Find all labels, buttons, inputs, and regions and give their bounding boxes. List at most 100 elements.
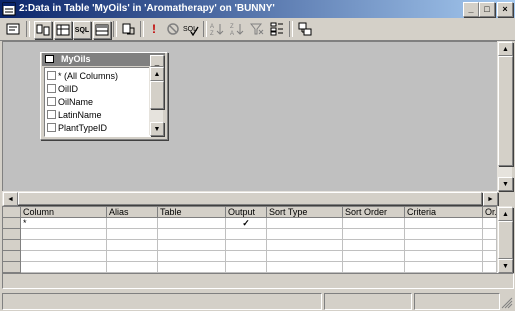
grid-cell-sort-type[interactable] [267, 218, 343, 229]
sort-ascending-button[interactable]: AZ [209, 21, 225, 37]
results-pane-button[interactable] [93, 21, 111, 39]
minimize-button[interactable]: _ [463, 2, 479, 17]
maximize-button[interactable]: □ [479, 2, 495, 17]
grid-pane-button[interactable] [54, 21, 72, 39]
row-selector[interactable] [3, 218, 21, 229]
add-table-button[interactable] [297, 21, 313, 37]
diagram-pane-button[interactable] [34, 21, 52, 39]
sort-descending-button[interactable]: ZA [229, 21, 245, 37]
grid-cell[interactable] [405, 251, 483, 262]
grid-cell[interactable] [483, 262, 497, 273]
grid-cell[interactable] [158, 229, 226, 240]
change-query-type-button[interactable] [120, 21, 136, 37]
scroll-thumb[interactable] [498, 221, 513, 259]
toolbar-separator [140, 21, 144, 37]
grid-cell[interactable] [21, 262, 107, 273]
column-name: LatinName [58, 109, 102, 120]
column-checkbox[interactable] [47, 110, 56, 119]
scroll-down-button[interactable]: ▼ [150, 122, 164, 136]
grid-cell[interactable] [267, 262, 343, 273]
scroll-thumb[interactable] [498, 56, 513, 166]
grid-cell[interactable] [107, 240, 158, 251]
grid-cell[interactable] [483, 240, 497, 251]
grid-cell[interactable] [483, 229, 497, 240]
column-checkbox[interactable] [47, 97, 56, 106]
output-checkbox[interactable]: ✓ [226, 218, 267, 229]
remove-filter-button[interactable] [249, 21, 265, 37]
scroll-left-button[interactable]: ◄ [3, 192, 18, 206]
grid-cell[interactable] [267, 251, 343, 262]
column-item-planttypeid[interactable]: PlantTypeID [47, 121, 107, 134]
run-button[interactable]: ! [146, 21, 162, 37]
scroll-thumb[interactable] [18, 192, 482, 205]
scroll-up-button[interactable]: ▲ [498, 207, 513, 221]
grid-cell[interactable] [483, 251, 497, 262]
column-checkbox[interactable] [47, 71, 56, 80]
grid-cell[interactable] [158, 251, 226, 262]
grid-header-table[interactable]: Table [158, 207, 226, 218]
grid-cell[interactable] [158, 240, 226, 251]
grid-header-output[interactable]: Output [226, 207, 267, 218]
close-button[interactable]: × [497, 2, 513, 17]
grid-cell[interactable] [226, 240, 267, 251]
stop-button[interactable] [165, 21, 181, 37]
grid-header-sort-type[interactable]: Sort Type [267, 207, 343, 218]
column-item-oilid[interactable]: OilID [47, 82, 78, 95]
grid-cell-or[interactable] [483, 218, 497, 229]
resize-grip-icon[interactable] [500, 296, 513, 309]
grid-cell[interactable] [343, 262, 405, 273]
column-item-all-columns[interactable]: * (All Columns) [47, 69, 118, 82]
grid-corner [3, 207, 21, 218]
grid-cell[interactable] [343, 251, 405, 262]
grid-cell[interactable] [343, 229, 405, 240]
row-selector[interactable] [3, 262, 21, 273]
grid-cell[interactable] [405, 262, 483, 273]
grid-cell-criteria[interactable] [405, 218, 483, 229]
scroll-down-button[interactable]: ▼ [498, 259, 513, 273]
grid-cell[interactable] [226, 229, 267, 240]
grid-header-or[interactable]: Or... [483, 207, 497, 218]
grid-cell-sort-order[interactable] [343, 218, 405, 229]
grid-cell-alias[interactable] [107, 218, 158, 229]
sql-pane[interactable] [2, 273, 514, 289]
grid-cell[interactable] [158, 262, 226, 273]
table-window-minimize-button[interactable]: _ [150, 55, 164, 67]
grid-cell-column[interactable]: * [21, 218, 107, 229]
sql-pane-button[interactable]: SQL [73, 21, 91, 39]
grid-cell[interactable] [226, 262, 267, 273]
grid-cell[interactable] [267, 229, 343, 240]
grid-cell[interactable] [107, 229, 158, 240]
verify-sql-button[interactable]: SQL [183, 21, 199, 37]
grid-header-criteria[interactable]: Criteria [405, 207, 483, 218]
row-selector[interactable] [3, 251, 21, 262]
grid-header-alias[interactable]: Alias [107, 207, 158, 218]
group-by-button[interactable] [269, 21, 285, 37]
scroll-up-button[interactable]: ▲ [150, 67, 164, 81]
column-item-latinname[interactable]: LatinName [47, 108, 102, 121]
grid-cell[interactable] [21, 251, 107, 262]
column-name: * (All Columns) [58, 70, 119, 81]
column-checkbox[interactable] [47, 84, 56, 93]
grid-cell[interactable] [226, 251, 267, 262]
grid-cell[interactable] [267, 240, 343, 251]
scroll-down-button[interactable]: ▼ [498, 177, 513, 191]
column-checkbox[interactable] [47, 123, 56, 132]
row-selector[interactable] [3, 240, 21, 251]
scroll-right-button[interactable]: ► [483, 192, 498, 206]
grid-cell[interactable] [405, 240, 483, 251]
toolbar-separator [289, 21, 293, 37]
column-item-oilname[interactable]: OilName [47, 95, 93, 108]
grid-cell[interactable] [21, 229, 107, 240]
row-selector[interactable] [3, 229, 21, 240]
grid-cell-table[interactable] [158, 218, 226, 229]
grid-cell[interactable] [405, 229, 483, 240]
grid-cell[interactable] [107, 251, 158, 262]
grid-header-column[interactable]: Column [21, 207, 107, 218]
grid-cell[interactable] [107, 262, 158, 273]
scroll-thumb[interactable] [150, 81, 164, 109]
properties-button[interactable] [5, 21, 21, 37]
scroll-up-button[interactable]: ▲ [498, 42, 513, 56]
grid-cell[interactable] [343, 240, 405, 251]
grid-cell[interactable] [21, 240, 107, 251]
grid-header-sort-order[interactable]: Sort Order [343, 207, 405, 218]
